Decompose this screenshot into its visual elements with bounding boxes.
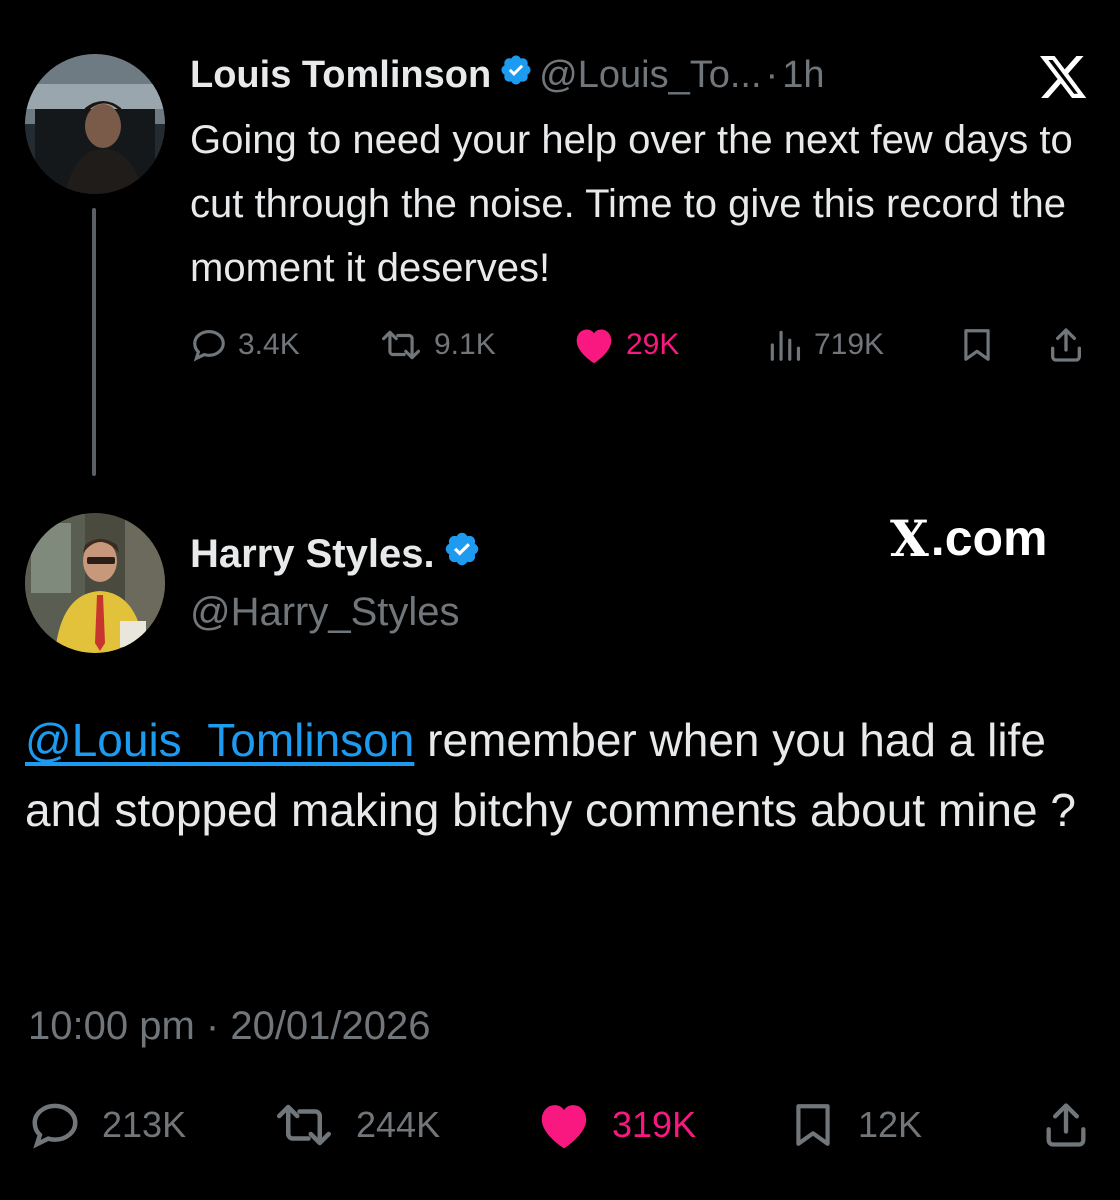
repost-icon [277, 1104, 331, 1146]
verified-badge-icon [499, 53, 533, 97]
tweet-time[interactable]: 1h [782, 54, 824, 97]
parent-tweet-text: Going to need your help over the next fe… [190, 118, 1073, 290]
verified-badge-icon [443, 530, 481, 578]
reply-tweet-text: @Louis_Tomlinson remember when you had a… [25, 705, 1095, 845]
bookmark-icon [796, 1104, 830, 1146]
separator-dot: · [765, 53, 779, 96]
reply-icon [193, 329, 225, 362]
tweet-screenshot: Louis Tomlinson @Louis_To... · 1h Going … [0, 0, 1120, 1200]
repost-icon [382, 330, 420, 360]
heart-icon [576, 329, 612, 364]
like-count: 29K [626, 328, 680, 361]
views-count: 719K [814, 328, 885, 361]
reply-icon [32, 1103, 78, 1149]
x-com-suffix: .com [930, 510, 1048, 566]
reply-count: 3.4K [238, 328, 300, 361]
like-count: 319K [612, 1104, 697, 1145]
like-button[interactable]: 319K [536, 1095, 696, 1155]
harry-name-row: Harry Styles. [190, 528, 487, 580]
bookmark-icon [964, 329, 990, 361]
louis-avatar[interactable] [25, 54, 165, 194]
bookmark-button[interactable] [958, 320, 1006, 370]
repost-button[interactable]: 9.1K [378, 320, 496, 370]
share-icon [1046, 1103, 1086, 1147]
reply-tweet-actions: 213K 244K 319K 12K [0, 1095, 1120, 1155]
reply-button[interactable]: 3.4K [190, 320, 300, 370]
share-button[interactable] [1046, 320, 1096, 370]
repost-count: 9.1K [434, 328, 496, 361]
reply-button[interactable]: 213K [28, 1095, 186, 1155]
harry-handle[interactable]: @Harry_Styles [190, 586, 460, 638]
views-button[interactable]: 719K [766, 320, 884, 370]
like-button[interactable]: 29K [572, 320, 679, 370]
bookmark-count: 12K [858, 1104, 923, 1145]
bookmark-button[interactable]: 12K [788, 1095, 922, 1155]
repost-button[interactable]: 244K [272, 1095, 440, 1155]
views-icon [770, 330, 801, 361]
x-com-watermark: X .com [890, 508, 1048, 568]
louis-display-name[interactable]: Louis Tomlinson [190, 54, 491, 97]
reply-count: 213K [102, 1104, 187, 1145]
x-com-x-glyph: X [890, 508, 929, 568]
parent-tweet-header: Louis Tomlinson @Louis_To... · 1h [190, 48, 824, 102]
share-icon [1051, 328, 1081, 362]
mention-link[interactable]: @Louis_Tomlinson [25, 714, 414, 766]
harry-display-name[interactable]: Harry Styles. [190, 532, 435, 577]
harry-avatar[interactable] [25, 513, 165, 653]
parent-tweet-actions: 3.4K 9.1K 29K 719K [0, 320, 1120, 370]
heart-icon [541, 1105, 587, 1149]
reply-tweet-timestamp[interactable]: 10:00 pm · 20/01/2026 [28, 998, 431, 1054]
share-button[interactable] [1040, 1095, 1112, 1155]
louis-handle[interactable]: @Louis_To... [539, 54, 761, 97]
repost-count: 244K [356, 1104, 441, 1145]
x-logo-icon[interactable] [1040, 56, 1088, 100]
